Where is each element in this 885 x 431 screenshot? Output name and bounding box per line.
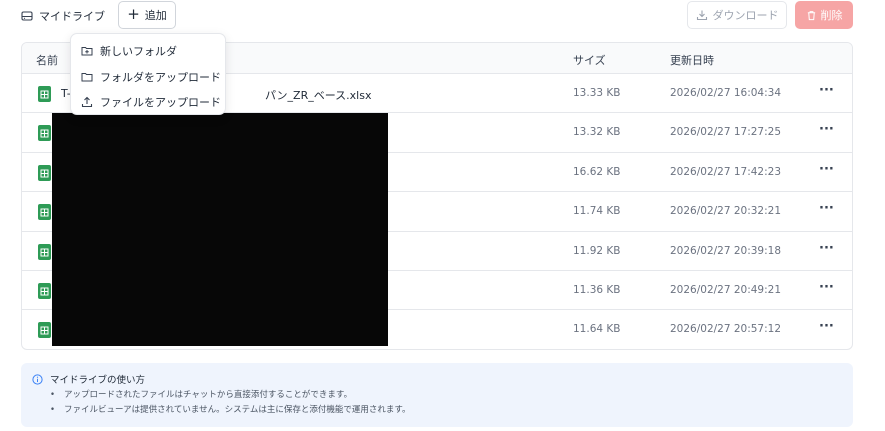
excel-file-icon <box>38 204 51 221</box>
more-options-icon[interactable]: ··· <box>819 319 834 334</box>
redaction-block <box>52 113 388 346</box>
excel-file-icon <box>38 125 51 142</box>
excel-file-icon <box>38 243 51 260</box>
menu-item-label: 新しいフォルダ <box>100 45 177 58</box>
excel-file-icon <box>38 164 51 181</box>
file-size: 13.32 KB <box>573 126 621 139</box>
file-updated: 2026/02/27 20:49:21 <box>670 283 782 296</box>
column-header-size[interactable]: サイズ <box>573 52 606 68</box>
file-size: 16.62 KB <box>573 165 621 178</box>
folder-plus-icon <box>81 47 93 56</box>
add-button[interactable]: + 追加 <box>118 1 176 29</box>
file-updated: 2026/02/27 20:39:18 <box>670 244 782 257</box>
menu-item-label: ファイルをアップロード <box>100 96 221 109</box>
column-header-name[interactable]: 名前 <box>36 52 58 68</box>
top-toolbar: マイドライブ + 追加 ダウンロード 削除 <box>0 0 885 32</box>
file-updated: 2026/02/27 16:04:34 <box>670 87 782 99</box>
more-options-icon[interactable]: ··· <box>819 83 834 98</box>
add-dropdown-menu: 新しいフォルダ フォルダをアップロード ファイルをアップロード <box>70 33 226 115</box>
file-size: 11.92 KB <box>573 244 621 257</box>
list-item: アップロードされたファイルはチャットから直接添付することができます。 <box>50 388 411 403</box>
more-options-icon[interactable]: ··· <box>819 280 834 295</box>
page-title: マイドライブ <box>39 10 105 23</box>
file-updated: 2026/02/27 20:57:12 <box>670 323 782 336</box>
add-button-label: 追加 <box>144 9 167 22</box>
trash-icon <box>807 10 815 20</box>
file-updated: 2026/02/27 17:27:25 <box>670 126 782 139</box>
info-icon <box>32 373 43 385</box>
excel-file-icon <box>38 322 51 339</box>
excel-file-icon <box>38 86 51 102</box>
plus-icon: + <box>127 4 140 23</box>
file-updated: 2026/02/27 20:32:21 <box>670 205 782 218</box>
more-options-icon[interactable]: ··· <box>819 241 834 256</box>
file-size: 11.64 KB <box>573 323 621 336</box>
menu-item-new-folder[interactable]: 新しいフォルダ <box>81 43 177 59</box>
info-title: マイドライブの使い方 <box>32 372 145 386</box>
download-button-label: ダウンロード <box>712 9 779 22</box>
hard-drive-icon <box>21 11 33 21</box>
excel-file-icon <box>38 282 51 299</box>
info-list: アップロードされたファイルはチャットから直接添付することができます。 ファイルビ… <box>50 388 411 418</box>
info-title-text: マイドライブの使い方 <box>50 375 146 386</box>
download-icon <box>696 10 707 21</box>
file-updated: 2026/02/27 17:42:23 <box>670 165 782 178</box>
file-size: 11.74 KB <box>573 205 621 218</box>
menu-item-upload-file[interactable]: ファイルをアップロード <box>81 94 221 110</box>
usage-info-panel: マイドライブの使い方 アップロードされたファイルはチャットから直接添付することが… <box>21 363 853 427</box>
file-size: 11.36 KB <box>573 283 621 296</box>
file-size: 13.33 KB <box>573 87 621 99</box>
upload-icon <box>81 96 93 108</box>
menu-item-label: フォルダをアップロード <box>100 71 221 84</box>
delete-button[interactable]: 削除 <box>795 1 853 29</box>
download-button[interactable]: ダウンロード <box>687 1 787 29</box>
delete-button-label: 削除 <box>820 9 843 22</box>
folder-icon <box>81 73 93 82</box>
more-options-icon[interactable]: ··· <box>819 201 834 216</box>
drive-title: マイドライブ <box>21 8 105 24</box>
menu-item-upload-folder[interactable]: フォルダをアップロード <box>81 69 221 85</box>
more-options-icon[interactable]: ··· <box>819 162 834 177</box>
list-item: ファイルビューアは提供されていません。システムは主に保存と添付機能で運用されます… <box>50 403 411 418</box>
file-name-suffix: パン_ZR_ベース.xlsx <box>265 89 372 102</box>
more-options-icon[interactable]: ··· <box>819 122 834 137</box>
column-header-updated[interactable]: 更新日時 <box>670 52 714 68</box>
